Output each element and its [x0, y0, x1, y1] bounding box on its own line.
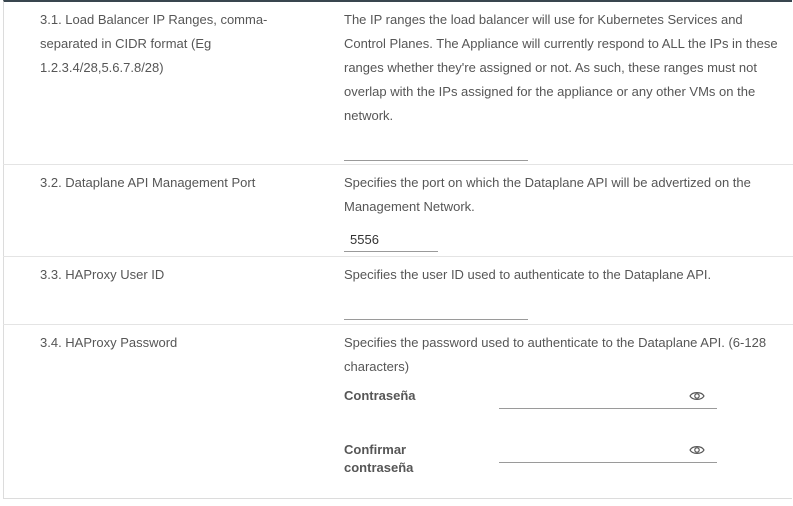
- form-row-lb-ip-ranges: 3.1. Load Balancer IP Ranges, comma-sepa…: [3, 2, 793, 165]
- confirm-password-input[interactable]: [499, 442, 717, 463]
- dataplane-port-label: 3.2. Dataplane API Management Port: [40, 175, 256, 190]
- lb-ip-ranges-input[interactable]: [344, 142, 528, 161]
- password-field-label: Contraseña: [344, 388, 416, 403]
- haproxy-user-input[interactable]: [344, 301, 528, 320]
- haproxy-password-description: Specifies the password used to authentic…: [344, 335, 767, 374]
- eye-icon[interactable]: [689, 444, 705, 456]
- haproxy-user-label: 3.3. HAProxy User ID: [40, 267, 165, 282]
- confirm-password-field-label: Confirmar contraseña: [344, 442, 414, 475]
- form-row-dataplane-port: 3.2. Dataplane API Management Port Speci…: [3, 165, 793, 257]
- dataplane-port-input[interactable]: [344, 229, 438, 252]
- form-row-haproxy-user: 3.3. HAProxy User ID Specifies the user …: [3, 257, 793, 325]
- haproxy-password-label: 3.4. HAProxy Password: [40, 335, 178, 350]
- lb-ip-ranges-label: 3.1. Load Balancer IP Ranges, comma-sepa…: [40, 12, 268, 75]
- haproxy-user-description: Specifies the user ID used to authentica…: [344, 267, 712, 282]
- form-row-haproxy-password: 3.4. HAProxy Password Specifies the pass…: [3, 325, 793, 499]
- password-input[interactable]: [499, 388, 717, 409]
- dataplane-port-description: Specifies the port on which the Dataplan…: [344, 175, 751, 214]
- eye-icon[interactable]: [689, 390, 705, 402]
- lb-ip-ranges-description: The IP ranges the load balancer will use…: [344, 12, 778, 123]
